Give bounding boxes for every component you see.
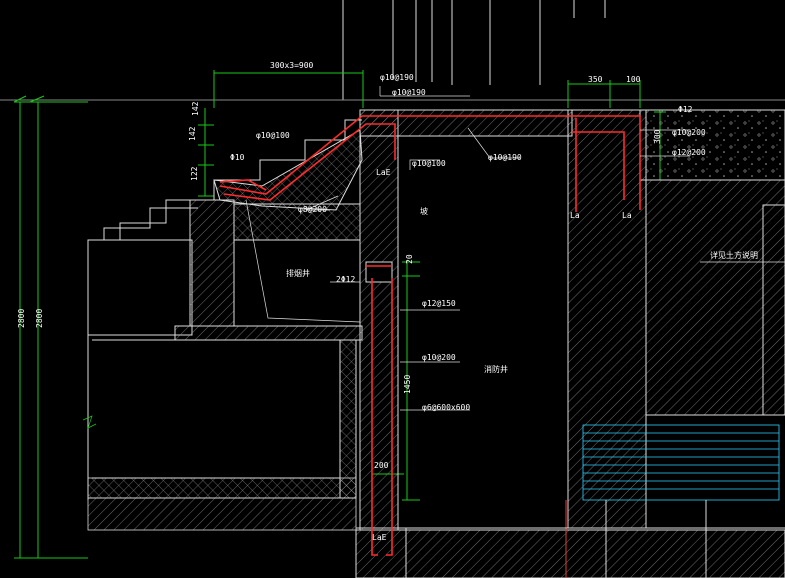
label-top-1: φ10@190: [380, 73, 414, 82]
dim-rise-3: 122: [190, 166, 199, 181]
label-room-left: 排烟井: [286, 268, 310, 278]
stair-slab: [213, 129, 363, 211]
label-right-1: φ10@200: [672, 128, 706, 137]
label-wall-mid: φ10@190: [488, 153, 522, 162]
label-right-note: 详见土方说明: [710, 250, 758, 260]
label-stair: φ10@100: [256, 131, 290, 140]
label-la-1: La: [570, 211, 580, 220]
dim-rise-1: 142: [191, 101, 200, 116]
label-slab-dim: Φ12: [678, 105, 693, 114]
label-wall-vert: φ10@100: [412, 159, 446, 168]
label-room-mid: 消防井: [484, 364, 508, 374]
dim-200: 200: [374, 461, 389, 470]
stair-base-block: [189, 199, 235, 327]
label-wall-v: φ10@200: [422, 353, 456, 362]
dim-total-1: 2800: [17, 309, 26, 328]
dim-rise-2: 142: [188, 126, 197, 141]
dim-top-a: 350: [588, 75, 603, 84]
dim-top-b: 100: [626, 75, 641, 84]
label-top-2: φ10@190: [392, 88, 426, 97]
top-slab: [359, 109, 573, 137]
label-wall-h: φ12@150: [422, 299, 456, 308]
dim-gap: 20: [405, 254, 414, 264]
label-right-2: φ12@200: [672, 148, 706, 157]
dim-1450: 1450: [403, 375, 412, 394]
cad-section-drawing: 300x3=900 350 100 142 142 122 2800 2800 …: [0, 0, 785, 578]
label-tick: 坡: [420, 206, 428, 216]
label-dist: φ8@200: [298, 205, 327, 214]
dim-total-2: 2800: [35, 309, 44, 328]
label-hole: 2Φ12: [336, 275, 355, 284]
right-soil: [645, 179, 785, 416]
gravel-fill: [639, 109, 785, 181]
dim-steps: 300x3=900: [270, 61, 314, 70]
label-la-2: La: [622, 211, 632, 220]
label-lae-1: LaE: [376, 168, 391, 177]
top-lines: [0, 0, 785, 101]
label-anchor: φ6@600x600: [422, 403, 470, 412]
dim-right-300: 300: [653, 129, 662, 144]
stair-support: [233, 203, 361, 241]
label-stair-main: Φ10: [230, 153, 245, 162]
wall-opening: [365, 261, 393, 283]
label-lae-2: LaE: [372, 533, 387, 542]
